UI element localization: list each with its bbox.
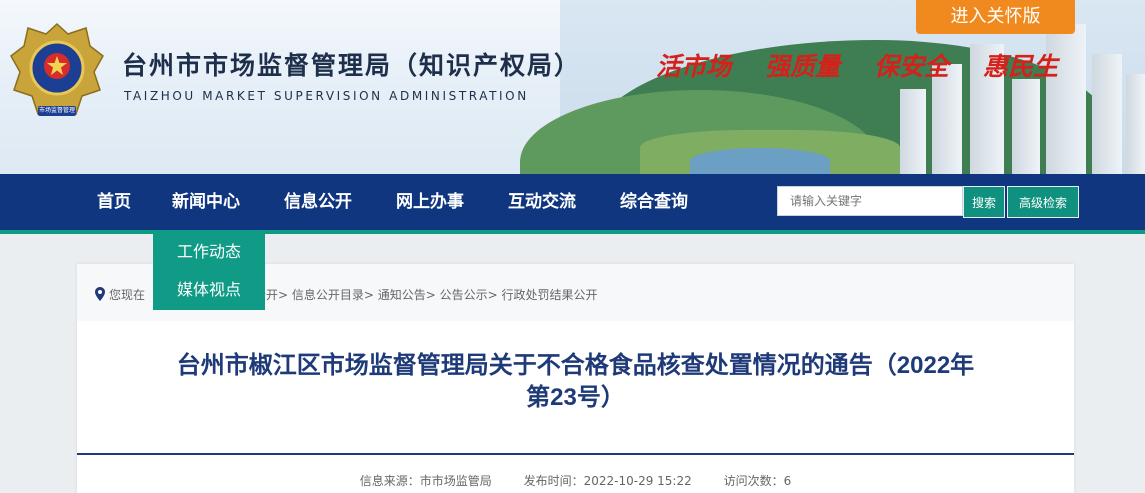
article-published-time: 发布时间：2022-10-29 15:22 <box>523 474 692 488</box>
banner-pool <box>690 148 830 174</box>
nav-online-services[interactable]: 网上办事 <box>396 174 464 230</box>
nav-query[interactable]: 综合查询 <box>620 174 688 230</box>
news-center-dropdown: 工作动态 媒体视点 <box>153 233 265 310</box>
care-version-button[interactable]: 进入关怀版 <box>916 0 1075 34</box>
nav-info-disclosure[interactable]: 信息公开 <box>284 174 352 230</box>
slogan-4: 惠民生 <box>983 52 1059 81</box>
breadcrumb-prefix: 您现在 <box>109 288 146 302</box>
banner-city-buildings <box>900 20 1145 174</box>
nav-interaction[interactable]: 互动交流 <box>508 174 576 230</box>
article-view-count: 访问次数：6 <box>723 474 792 488</box>
site-subtitle: TAIZHOU MARKET SUPERVISION ADMINISTRATIO… <box>124 89 529 103</box>
nav-home[interactable]: 首页 <box>97 174 131 230</box>
dropdown-item-media-view[interactable]: 媒体视点 <box>153 271 265 309</box>
location-pin-icon <box>95 287 105 304</box>
article-title-line-2: 第23号） <box>526 384 625 411</box>
slogan-3: 保安全 <box>874 52 950 81</box>
site-title: 台州市市场监督管理局（知识产权局） <box>122 51 582 80</box>
article-title-line-1: 台州市椒江区市场监督管理局关于不合格食品核查处置情况的通告（2022年 <box>176 352 975 379</box>
slogan-2: 强质量 <box>765 52 841 81</box>
search-button[interactable]: 搜索 <box>963 186 1005 218</box>
article-source: 信息来源：市市场监管局 <box>359 474 492 488</box>
nav-news-center[interactable]: 新闻中心 <box>172 174 240 230</box>
breadcrumb-trail[interactable]: 息公开> 信息公开目录> 通知公告> 公告公示> 行政处罚结果公开 <box>242 288 597 302</box>
dropdown-item-work-updates[interactable]: 工作动态 <box>153 233 265 271</box>
title-divider <box>77 453 1074 455</box>
emblem-text: 市场监督管理 <box>38 107 75 114</box>
slogan-1: 活市场 <box>656 52 732 81</box>
article-title: 台州市椒江区市场监督管理局关于不合格食品核查处置情况的通告（2022年 第23号… <box>77 350 1074 414</box>
emblem-logo: 市场监督管理 <box>8 20 106 130</box>
article-meta: 信息来源：市市场监管局 发布时间：2022-10-29 15:22 访问次数：6 <box>77 472 1074 489</box>
advanced-search-button[interactable]: 高级检索 <box>1007 186 1079 218</box>
slogan-group: 活市场 强质量 保安全 惠民生 <box>656 47 1058 83</box>
search-input[interactable] <box>777 186 963 216</box>
